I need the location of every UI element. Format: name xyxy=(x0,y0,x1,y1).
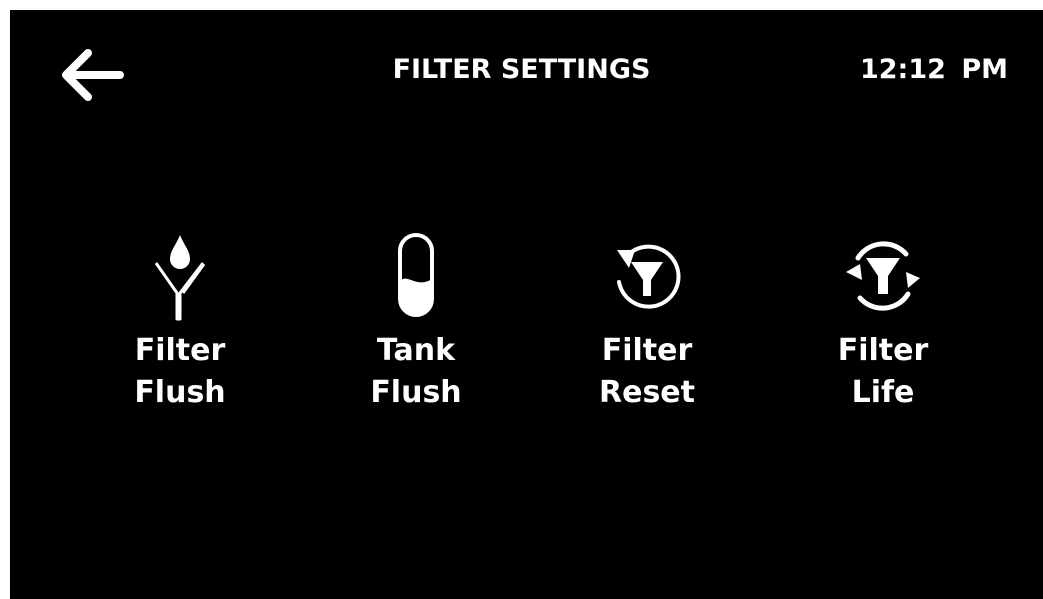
tank-flush-button[interactable]: Tank Flush xyxy=(336,230,496,420)
filter-reset-label-line1: Filter xyxy=(601,333,693,368)
filter-life-button[interactable]: Filter Life xyxy=(803,230,963,420)
filter-life-label: Filter Life xyxy=(838,330,929,414)
filter-reset-label-line2: Reset xyxy=(599,375,695,410)
filter-reset-label: Filter Reset xyxy=(599,330,695,414)
filter-flush-label-line2: Flush xyxy=(134,375,226,410)
tank-flush-icon xyxy=(398,233,434,317)
filter-flush-icon xyxy=(154,235,206,321)
filter-settings-screen: FILTER SETTINGS 12:12 PM Filter Flush Ta… xyxy=(10,10,1043,599)
clock-time: 12:12 PM xyxy=(859,54,1008,85)
filter-life-label-line2: Life xyxy=(851,375,915,410)
filter-flush-label-line1: Filter xyxy=(134,333,226,368)
filter-reset-icon xyxy=(617,244,681,309)
tank-flush-label: Tank Flush xyxy=(370,330,461,414)
tank-flush-label-line1: Tank xyxy=(376,333,456,368)
tank-flush-label-line2: Flush xyxy=(370,375,462,410)
filter-reset-button[interactable]: Filter Reset xyxy=(567,230,727,420)
filter-flush-button[interactable]: Filter Flush xyxy=(100,230,260,420)
filter-life-label-line1: Filter xyxy=(837,333,929,368)
filter-life-icon xyxy=(846,241,920,311)
filter-flush-label: Filter Flush xyxy=(134,330,225,414)
